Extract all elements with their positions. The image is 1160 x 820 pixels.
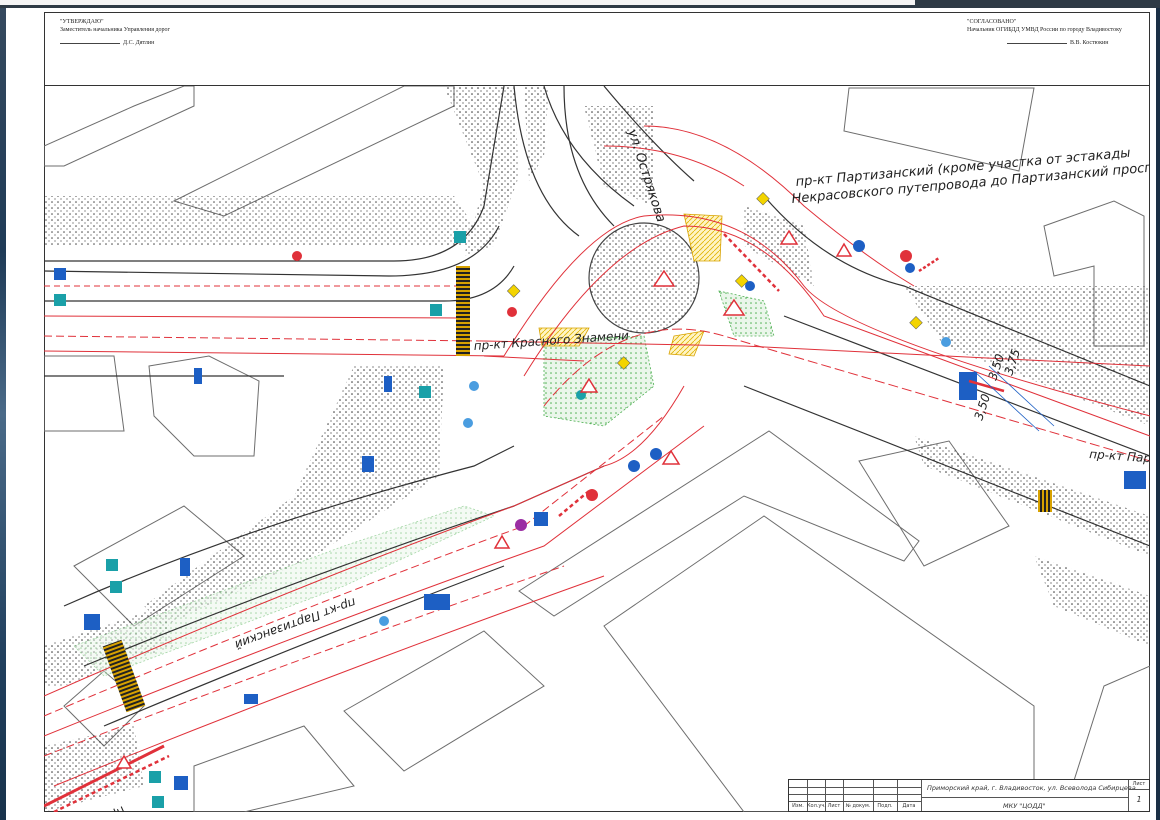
roundabout-island — [588, 222, 700, 334]
title-block-divider — [921, 797, 1129, 798]
building — [518, 430, 920, 617]
sign-blue-square — [454, 231, 466, 243]
sign-round-blue — [628, 460, 640, 472]
sign-blue-square — [152, 796, 164, 808]
sign-triangle — [493, 534, 511, 549]
title-block-col-label: Дата — [902, 803, 916, 809]
title-block-location: Приморский край, г. Владивосток, ул. Все… — [927, 784, 1136, 792]
title-block-organization: МКУ "ЦОДД" — [1003, 802, 1046, 810]
building — [193, 725, 355, 812]
street-label-partizansky-far-left: пр-кт Парт — [63, 804, 128, 812]
sidewalk — [1034, 556, 1150, 646]
buildings — [44, 86, 1150, 812]
sign-no-entry — [905, 263, 915, 273]
crosswalk — [1038, 490, 1052, 512]
sign-diamond-yellow — [909, 315, 923, 330]
sign-round-blue — [941, 337, 951, 347]
sign-blue-square — [1124, 471, 1146, 489]
title-block-col-label: Кол.уч. — [807, 803, 826, 809]
title-block-col-label: № докум. — [845, 803, 871, 809]
sign-round-blue — [853, 240, 865, 252]
sidewalk-zones — [44, 86, 1150, 812]
sign-blue-square — [84, 614, 100, 630]
title-block-grid: Изм. Кол.уч. Лист № докум. Подп. Дата — [789, 780, 922, 811]
green-island — [543, 335, 655, 427]
sign-blue-square — [419, 386, 431, 398]
sign-no-entry — [507, 307, 517, 317]
building — [343, 630, 545, 772]
sign-diamond-yellow — [756, 191, 770, 206]
sign-round-blue — [469, 381, 479, 391]
sign-blue-square — [106, 559, 118, 571]
street-label-partizansky-right: пр-кт Пар — [1089, 447, 1150, 465]
sign-round-blue — [379, 616, 389, 626]
sidewalk — [524, 86, 549, 181]
sign-diamond-yellow — [506, 284, 521, 298]
building — [44, 86, 195, 167]
sign-round-blue — [463, 418, 473, 428]
title-block-col-label: Подп. — [877, 803, 893, 809]
sign-blue-square — [430, 304, 442, 316]
right-background-strip — [1156, 8, 1160, 820]
sign-round-blue — [650, 448, 662, 460]
sign-blue-square — [534, 512, 548, 526]
building — [603, 515, 1035, 812]
top-window-bar — [0, 0, 1160, 8]
title-block-sheet: Лист 1 — [1128, 780, 1149, 811]
sign-blue-square — [174, 776, 188, 790]
sign-blue-square — [959, 372, 977, 400]
sign-blue-square — [424, 594, 450, 610]
sheet-label: Лист — [1129, 780, 1149, 790]
title-block-col-label: Лист — [827, 803, 841, 809]
sign-blue-square — [384, 376, 392, 392]
building — [148, 355, 260, 457]
sheet-number: 1 — [1136, 795, 1142, 804]
traffic-scheme-map: ул. Острякова пр-кт Партизанский (кроме … — [44, 86, 1150, 812]
sign-no-entry — [292, 251, 302, 261]
sign-blue-square — [54, 268, 66, 280]
sidewalk — [44, 196, 474, 246]
sign-no-entry — [900, 250, 912, 262]
sign-round-purple — [515, 519, 527, 531]
hatched-zone — [668, 330, 705, 357]
title-block-col-label: Изм. — [792, 803, 804, 809]
crosswalk — [456, 266, 470, 356]
sign-blue-square — [244, 694, 258, 704]
sign-triangle — [661, 449, 681, 465]
sign-blue-square — [110, 581, 122, 593]
title-block: Изм. Кол.уч. Лист № докум. Подп. Дата Пр… — [788, 779, 1150, 812]
building — [44, 355, 125, 432]
sign-triangle — [835, 242, 853, 257]
sign-blue-square — [362, 456, 374, 472]
sign-blue-square — [149, 771, 161, 783]
sign-blue-square — [54, 294, 66, 306]
sign-blue-square — [180, 558, 190, 576]
sign-blue-square — [194, 368, 202, 384]
top-window-bar-highlight — [0, 0, 915, 5]
